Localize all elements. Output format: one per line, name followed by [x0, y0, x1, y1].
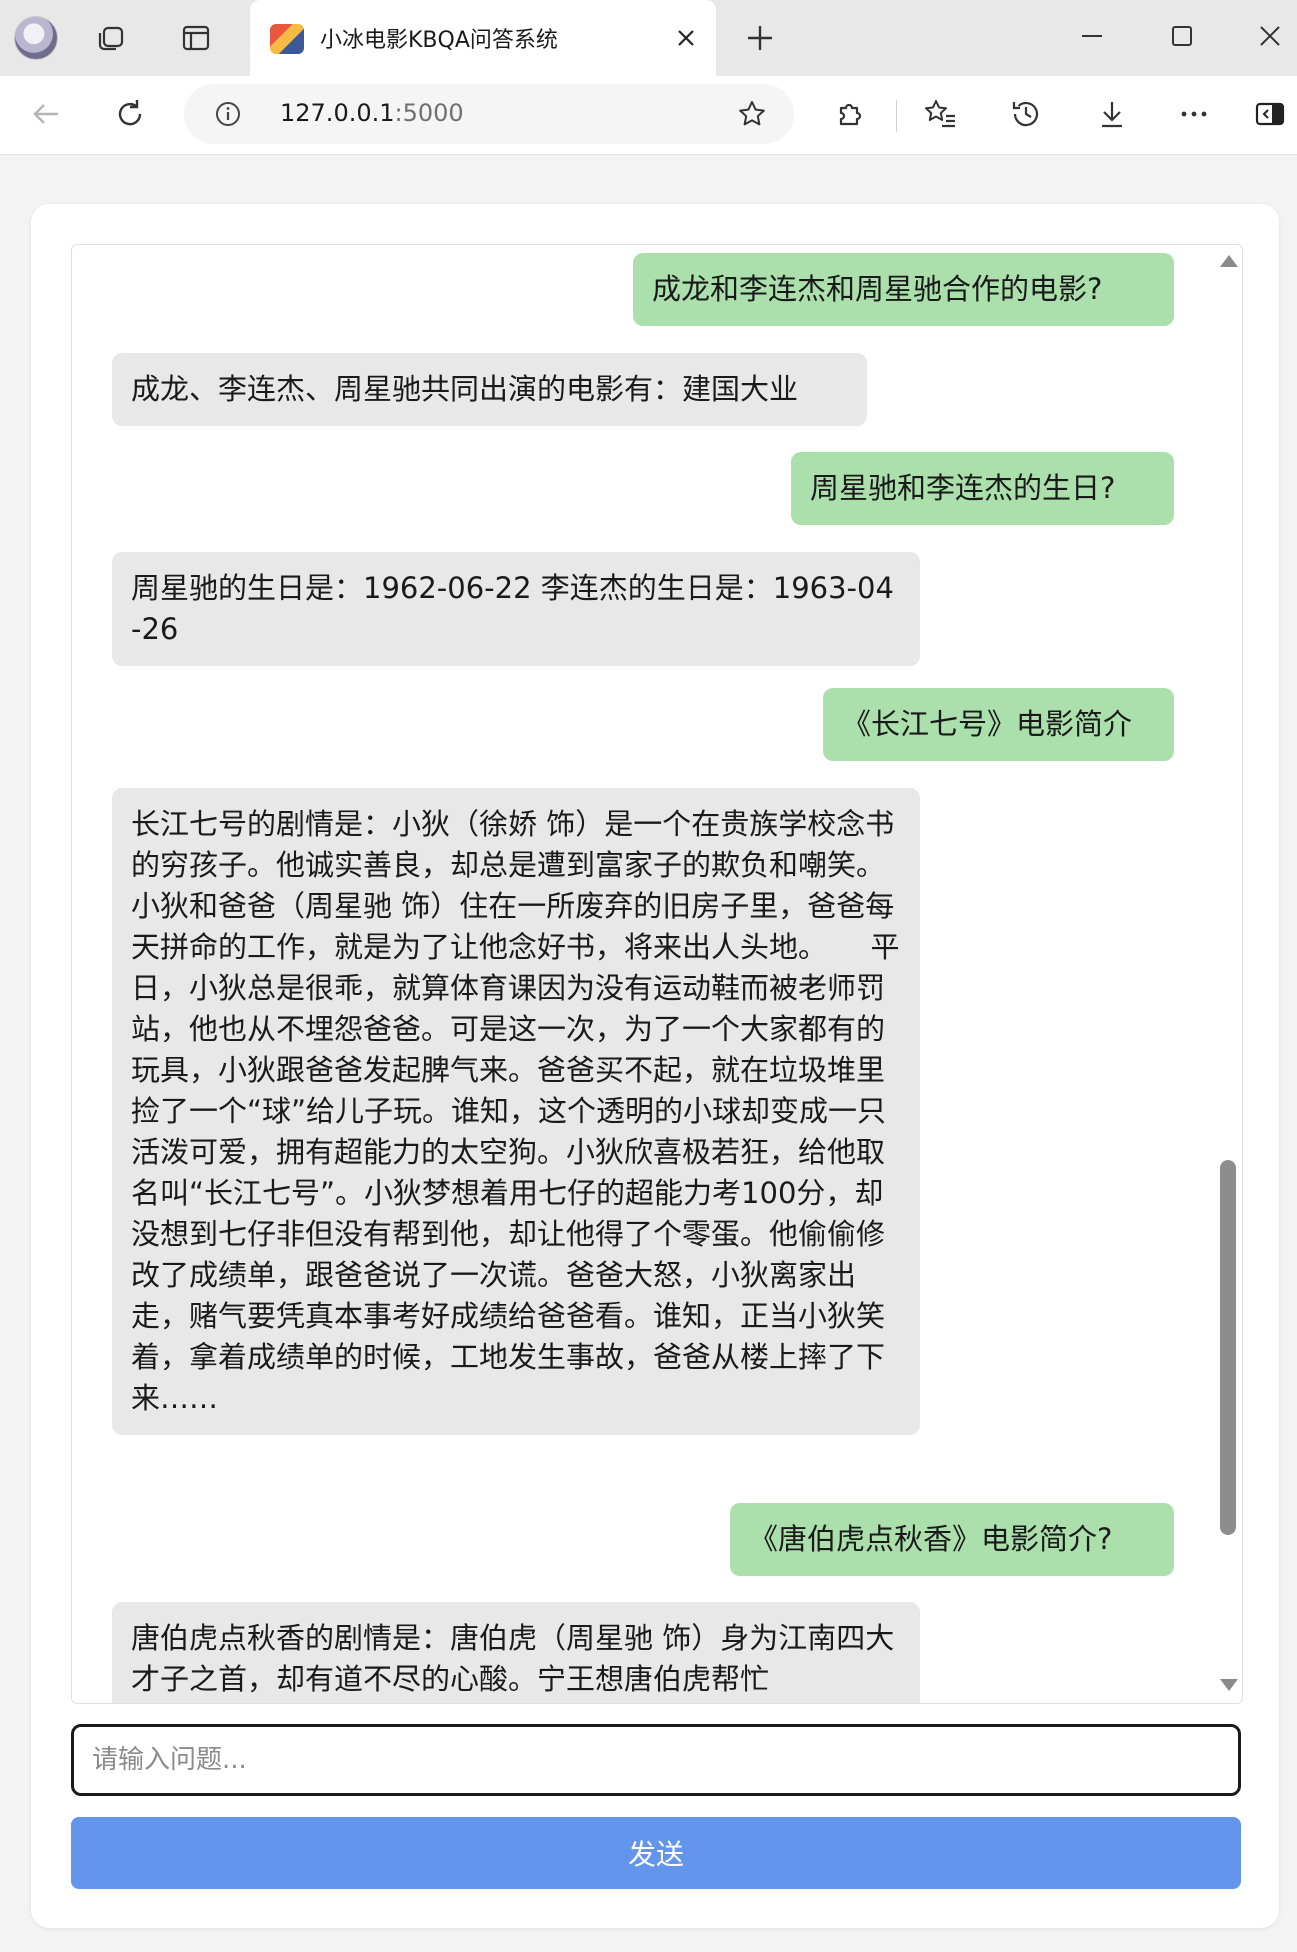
question-input[interactable]	[71, 1724, 1241, 1796]
maximize-icon[interactable]	[1162, 16, 1202, 56]
scroll-up-arrow-icon[interactable]	[1220, 255, 1238, 267]
navigation-bar: 127.0.0.1:5000	[0, 76, 1297, 155]
profile-avatar[interactable]	[14, 16, 58, 60]
downloads-icon[interactable]	[1094, 96, 1130, 132]
tab-actions-icon[interactable]	[178, 20, 214, 56]
url-text[interactable]: 127.0.0.1:5000	[280, 99, 464, 127]
site-info-icon[interactable]	[214, 100, 242, 128]
url-host: 127.0.0.1	[280, 99, 395, 127]
scroll-down-arrow-icon[interactable]	[1220, 1679, 1238, 1691]
user-message: 《唐伯虎点秋香》电影简介?	[730, 1503, 1174, 1576]
bot-message: 唐伯虎点秋香的剧情是：唐伯虎（周星驰 饰）身为江南四大才子之首，却有道不尽的心酸…	[112, 1602, 920, 1703]
refresh-icon[interactable]	[112, 96, 148, 132]
bot-message: 周星驰的生日是：1962-06-22 李连杰的生日是：1963-04-26	[112, 552, 920, 666]
close-window-icon[interactable]	[1250, 16, 1290, 56]
workspaces-icon[interactable]	[94, 20, 130, 56]
bot-message: 成龙、李连杰、周星驰共同出演的电影有：建国大业	[112, 353, 867, 426]
extensions-icon[interactable]	[832, 96, 868, 132]
site-favicon-icon	[270, 24, 304, 54]
title-bar: 小冰电影KBQA问答系统	[0, 0, 1297, 76]
chat-card: 成龙和李连杰和周星驰合作的电影? 成龙、李连杰、周星驰共同出演的电影有：建国大业…	[31, 204, 1279, 1928]
user-message: 《长江七号》电影简介	[823, 688, 1174, 761]
scrollbar-thumb[interactable]	[1220, 1160, 1236, 1535]
user-message: 周星驰和李连杰的生日?	[791, 452, 1174, 525]
more-options-icon[interactable]	[1176, 96, 1212, 132]
toolbar-divider	[896, 100, 897, 132]
new-tab-icon[interactable]	[740, 18, 780, 58]
close-tab-icon[interactable]	[674, 26, 698, 50]
back-icon[interactable]	[28, 96, 64, 132]
active-tab[interactable]: 小冰电影KBQA问答系统	[250, 0, 716, 76]
sidebar-toggle-icon[interactable]	[1252, 96, 1288, 132]
send-button[interactable]: 发送	[71, 1817, 1241, 1889]
chat-window[interactable]: 成龙和李连杰和周星驰合作的电影? 成龙、李连杰、周星驰共同出演的电影有：建国大业…	[71, 244, 1243, 1704]
favorites-icon[interactable]	[922, 96, 958, 132]
history-icon[interactable]	[1008, 96, 1044, 132]
bot-message: 长江七号的剧情是：小狄（徐娇 饰）是一个在贵族学校念书的穷孩子。他诚实善良，却总…	[112, 788, 920, 1435]
address-bar[interactable]: 127.0.0.1:5000	[184, 84, 794, 144]
url-port: :5000	[394, 99, 464, 127]
minimize-icon[interactable]	[1072, 16, 1112, 56]
user-message: 成龙和李连杰和周星驰合作的电影?	[633, 253, 1174, 326]
favorite-star-icon[interactable]	[736, 98, 768, 130]
tab-title: 小冰电影KBQA问答系统	[320, 28, 558, 53]
